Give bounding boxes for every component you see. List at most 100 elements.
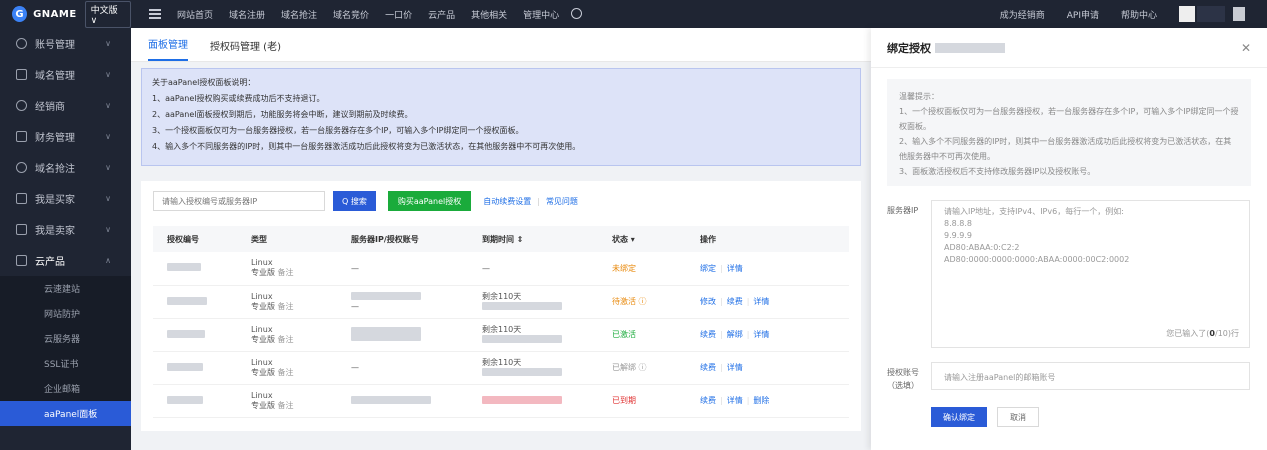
notice-line: 1、aaPanel授权购买或续费成功后不支持退订。 [152,94,325,103]
sidebar-sub-site-builder[interactable]: 云速建站 [0,276,131,301]
status-badge: 未绑定 [598,252,686,286]
top-navigation-bar: G GNAME 中文版 ∨ 网站首页 域名注册 域名抢注 域名竞价 一口价 云产… [0,0,1267,28]
sidebar-item-finance[interactable]: 财务管理 ∨ [0,121,131,152]
search-button[interactable]: Q 搜索 [333,191,376,211]
user-menu-icon[interactable] [1233,7,1245,21]
detail-link[interactable]: 详情 [753,297,769,306]
confirm-bind-button[interactable]: 确认绑定 [931,407,987,427]
table-row: Linux 专业版 备注 — 剩余110天 待激活 ⓘ 修改 | 续费 | 详情 [153,285,849,319]
nav-domain-snap[interactable]: 域名抢注 [281,8,317,21]
clock-icon [16,162,27,173]
detail-link[interactable]: 详情 [753,330,769,339]
top-right-links: 成为经销商 API申请 帮助中心 [978,6,1267,22]
tab-panel-management[interactable]: 面板管理 [148,36,188,61]
notice-box: 关于aaPanel授权面板说明： 1、aaPanel授权购买或续费成功后不支持退… [141,68,861,166]
table-row: Linux 专业版 备注 已到期 续费 | 详情 | 删除 [153,384,849,418]
buy-license-button[interactable]: 购买aaPanel授权 [387,191,472,211]
delete-link[interactable]: 删除 [753,396,769,405]
cancel-button[interactable]: 取消 [997,407,1039,427]
server-ip-textarea[interactable]: 请输入IP地址，支持IPv4、IPv6，每行一个，例如: 8.8.8.8 9.9… [931,200,1250,348]
notice-line: 4、输入多个不同服务器的IP时，则其中一台服务器激活成功后此授权将变为已激活状态… [152,142,581,151]
detail-link[interactable]: 详情 [727,264,743,273]
sidebar-sub-ssl[interactable]: SSL证书 [0,351,131,376]
sidebar-item-reseller[interactable]: 经销商 ∨ [0,90,131,121]
logo-icon: G [12,6,28,22]
list-card: Q 搜索 购买aaPanel授权 自动续费设置 | 常见问题 授权编号 类型 服… [141,181,861,431]
license-id-blur [167,296,207,305]
account-input[interactable]: 请输入注册aaPanel的邮箱账号 [931,362,1250,390]
renew-link[interactable]: 续费 [700,396,716,405]
tab-license-management[interactable]: 授权码管理 (老) [210,38,281,61]
table-row: Linux 专业版 备注 — 剩余110天 已解绑 ⓘ 续费 | 详情 [153,351,849,385]
faq-link[interactable]: 常见问题 [546,196,578,207]
search-input[interactable] [153,191,325,211]
logo[interactable]: G GNAME 中文版 ∨ [0,0,131,28]
tips-line: 2、输入多个不同服务器的IP时，则其中一台服务器激活成功后此授权将变为已激活状态… [899,137,1232,161]
server-ip-label: 服务器IP [887,206,919,215]
remark-link[interactable]: 备注 [278,368,294,377]
chevron-down-icon: ∨ [105,163,111,172]
notification-icon[interactable] [571,7,583,19]
license-id-blur [167,395,203,404]
become-reseller-link[interactable]: 成为经销商 [1000,8,1045,21]
sidebar-item-snap[interactable]: 域名抢注 ∨ [0,152,131,183]
sidebar-item-cloud[interactable]: 云产品 ∧ [0,245,131,276]
nav-domain-auction[interactable]: 域名竞价 [333,8,369,21]
bind-link[interactable]: 绑定 [700,264,716,273]
main-content: 面板管理 授权码管理 (老) 关于aaPanel授权面板说明： 1、aaPane… [131,28,871,450]
cart-icon [16,193,27,204]
col-actions: 操作 [686,226,849,252]
sidebar: 账号管理 ∨ 域名管理 ∨ 经销商 ∨ 财务管理 ∨ 域名抢注 ∨ 我是买家 ∨ 我是卖家 ∨… [0,28,131,450]
finance-icon [16,131,27,142]
nav-domain-register[interactable]: 域名注册 [229,8,265,21]
language-selector[interactable]: 中文版 ∨ [84,0,131,28]
remark-link[interactable]: 备注 [278,302,294,311]
license-table: 授权编号 类型 服务器IP/授权账号 到期时间 ⇕ 状态 ▾ 操作 Linux 专… [153,226,849,418]
renew-link[interactable]: 续费 [700,330,716,339]
avatar[interactable] [1179,6,1195,22]
auto-renew-link[interactable]: 自动续费设置 [483,196,531,207]
sidebar-item-domain[interactable]: 域名管理 ∨ [0,59,131,90]
table-row: Linux 专业版 备注 — — 未绑定 绑定 | 详情 [153,252,849,286]
modify-link[interactable]: 修改 [700,297,716,306]
col-server-ip: 服务器IP/授权账号 [337,226,468,252]
logo-text: GNAME [33,8,77,20]
api-apply-link[interactable]: API申请 [1067,8,1099,21]
sidebar-item-account[interactable]: 账号管理 ∨ [0,28,131,59]
detail-link[interactable]: 详情 [727,363,743,372]
tips-line: 1、一个授权面板仅可为一台服务器授权，若一台服务器存在多个IP，可输入多个IP绑… [899,107,1239,131]
remark-link[interactable]: 备注 [278,401,294,410]
close-icon[interactable]: ✕ [1241,41,1251,55]
nav-other[interactable]: 其他相关 [471,8,507,21]
nav-home[interactable]: 网站首页 [177,8,213,21]
col-status[interactable]: 状态 ▾ [598,226,686,252]
tab-bar: 面板管理 授权码管理 (老) [131,28,871,62]
help-center-link[interactable]: 帮助中心 [1121,8,1157,21]
sidebar-sub-site-protect[interactable]: 网站防护 [0,301,131,326]
sidebar-sub-aapanel[interactable]: aaPanel面板 [0,401,131,426]
nav-fixed-price[interactable]: 一口价 [385,8,412,21]
remark-link[interactable]: 备注 [278,268,294,277]
sidebar-item-seller[interactable]: 我是卖家 ∨ [0,214,131,245]
bind-license-drawer: 绑定授权 ✕ 温馨提示： 1、一个授权面板仅可为一台服务器授权，若一台服务器存在… [871,28,1267,450]
reseller-icon [16,100,27,111]
col-expire[interactable]: 到期时间 ⇕ [468,226,598,252]
renew-link[interactable]: 续费 [700,363,716,372]
sidebar-sub-email[interactable]: 企业邮箱 [0,376,131,401]
unbind-link[interactable]: 解绑 [727,330,743,339]
drawer-title: 绑定授权 [887,41,931,55]
menu-toggle-icon[interactable] [149,9,161,19]
notice-line: 2、aaPanel面板授权到期后，功能服务将会中断，建议到期前及时续费。 [152,110,413,119]
renew-link[interactable]: 续费 [727,297,743,306]
sidebar-sub-cloud-server[interactable]: 云服务器 [0,326,131,351]
chevron-down-icon: ∨ [105,101,111,110]
expire-date-blur [482,395,562,404]
drawer-header: 绑定授权 ✕ [871,28,1267,68]
status-badge: 待激活 ⓘ [598,285,686,319]
nav-cloud[interactable]: 云产品 [428,8,455,21]
username-blur[interactable] [1197,6,1225,22]
nav-management[interactable]: 管理中心 [523,8,559,21]
detail-link[interactable]: 详情 [727,396,743,405]
sidebar-item-buyer[interactable]: 我是买家 ∨ [0,183,131,214]
remark-link[interactable]: 备注 [278,335,294,344]
